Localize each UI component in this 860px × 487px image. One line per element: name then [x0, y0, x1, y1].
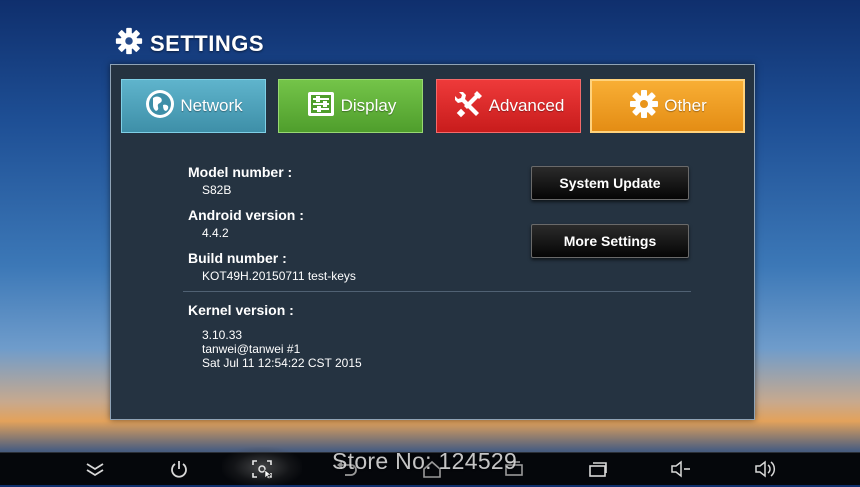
- divider: [183, 291, 691, 292]
- more-settings-button[interactable]: More Settings: [531, 224, 689, 258]
- android-version-label: Android version :: [188, 207, 304, 223]
- settings-tabs: Network Display Advanced Other: [121, 79, 745, 135]
- tab-display[interactable]: Display: [278, 79, 423, 133]
- tab-network-label: Network: [180, 96, 243, 115]
- tab-other-label: Other: [664, 96, 707, 115]
- tab-network[interactable]: Network: [121, 79, 266, 133]
- build-number-value: KOT49H.20150711 test-keys: [202, 269, 356, 283]
- tab-other[interactable]: Other: [590, 79, 745, 133]
- power-icon[interactable]: [168, 459, 190, 479]
- kernel-version-line: tanwei@tanwei #1: [202, 342, 301, 356]
- settings-panel: Network Display Advanced Other Model num…: [110, 64, 755, 420]
- gear-icon: [628, 88, 660, 125]
- globe-icon: [144, 88, 176, 125]
- tools-icon: [453, 88, 485, 125]
- hide-icon[interactable]: [84, 459, 106, 479]
- volume-up-icon[interactable]: [754, 459, 776, 479]
- display-sliders-icon: [305, 88, 337, 125]
- kernel-version-line: 3.10.33: [202, 328, 243, 342]
- model-number-label: Model number :: [188, 164, 293, 180]
- build-number-label: Build number :: [188, 250, 287, 266]
- gear-icon: [114, 26, 144, 62]
- android-version-value: 4.4.2: [202, 226, 229, 240]
- volume-down-icon[interactable]: [670, 459, 692, 479]
- kernel-version-label: Kernel version :: [188, 302, 294, 318]
- tab-advanced[interactable]: Advanced: [436, 79, 581, 133]
- recent-apps-icon[interactable]: [587, 459, 609, 479]
- model-number-value: S82B: [202, 183, 232, 197]
- kernel-version-line: Sat Jul 11 12:54:22 CST 2015: [202, 356, 362, 370]
- page-title: SETTINGS: [150, 31, 265, 56]
- screenshot-icon[interactable]: [251, 459, 273, 480]
- page-header: SETTINGS: [114, 26, 265, 62]
- tab-display-label: Display: [340, 96, 397, 115]
- system-update-button[interactable]: System Update: [531, 166, 689, 200]
- store-watermark: Store No: 124529: [332, 448, 518, 474]
- tab-advanced-label: Advanced: [488, 96, 565, 115]
